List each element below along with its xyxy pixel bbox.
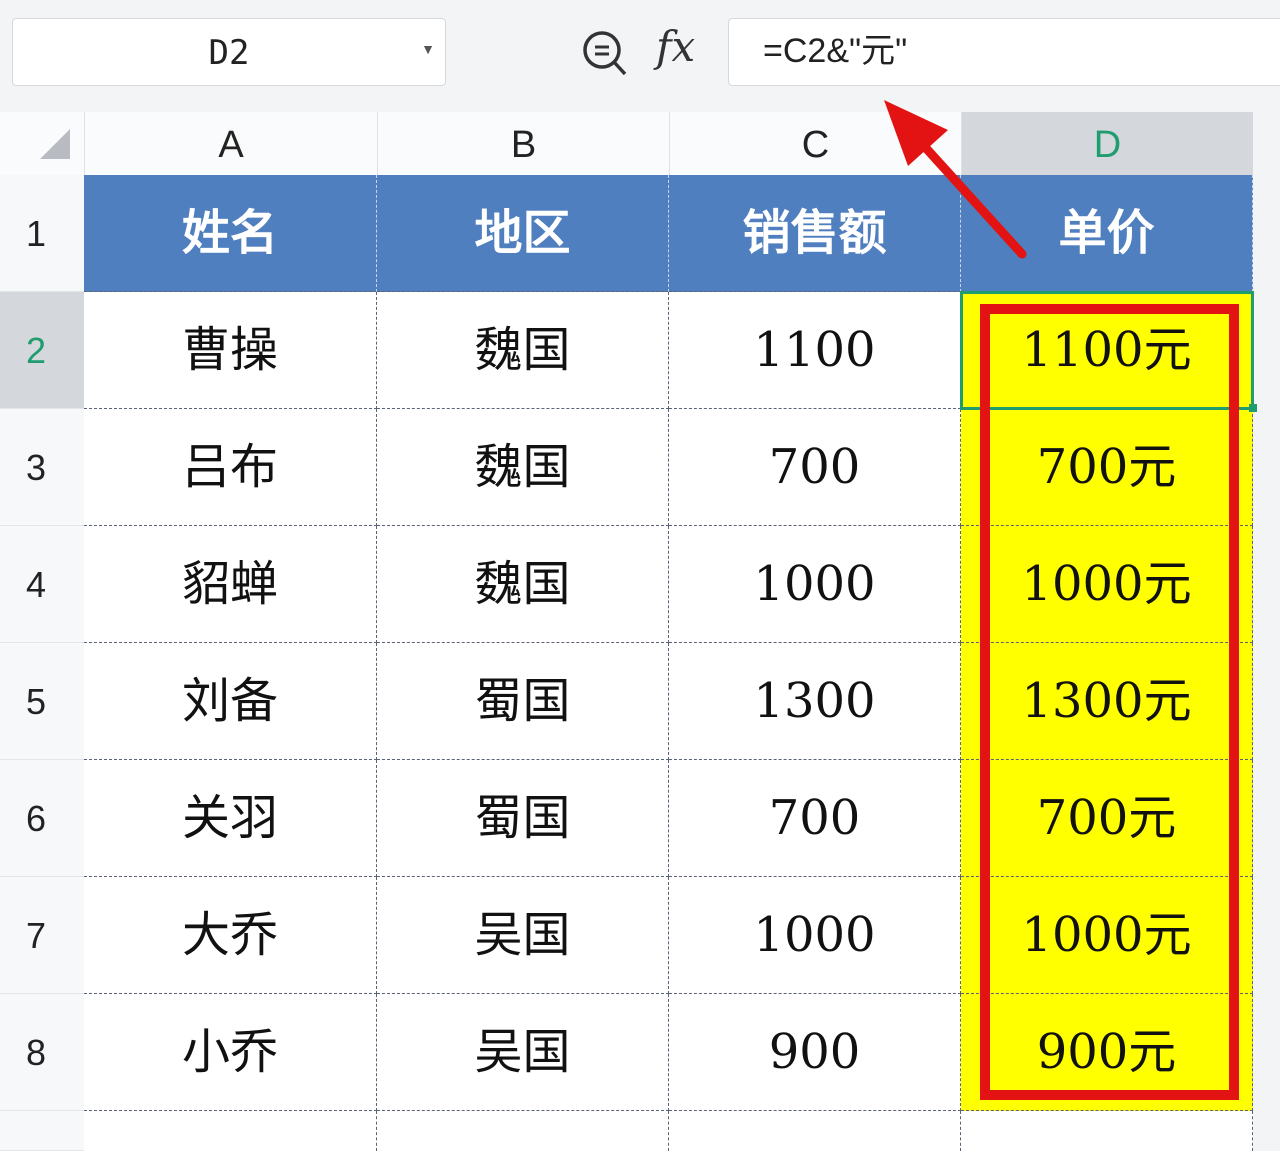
annotation-arrow: [0, 0, 1280, 1142]
